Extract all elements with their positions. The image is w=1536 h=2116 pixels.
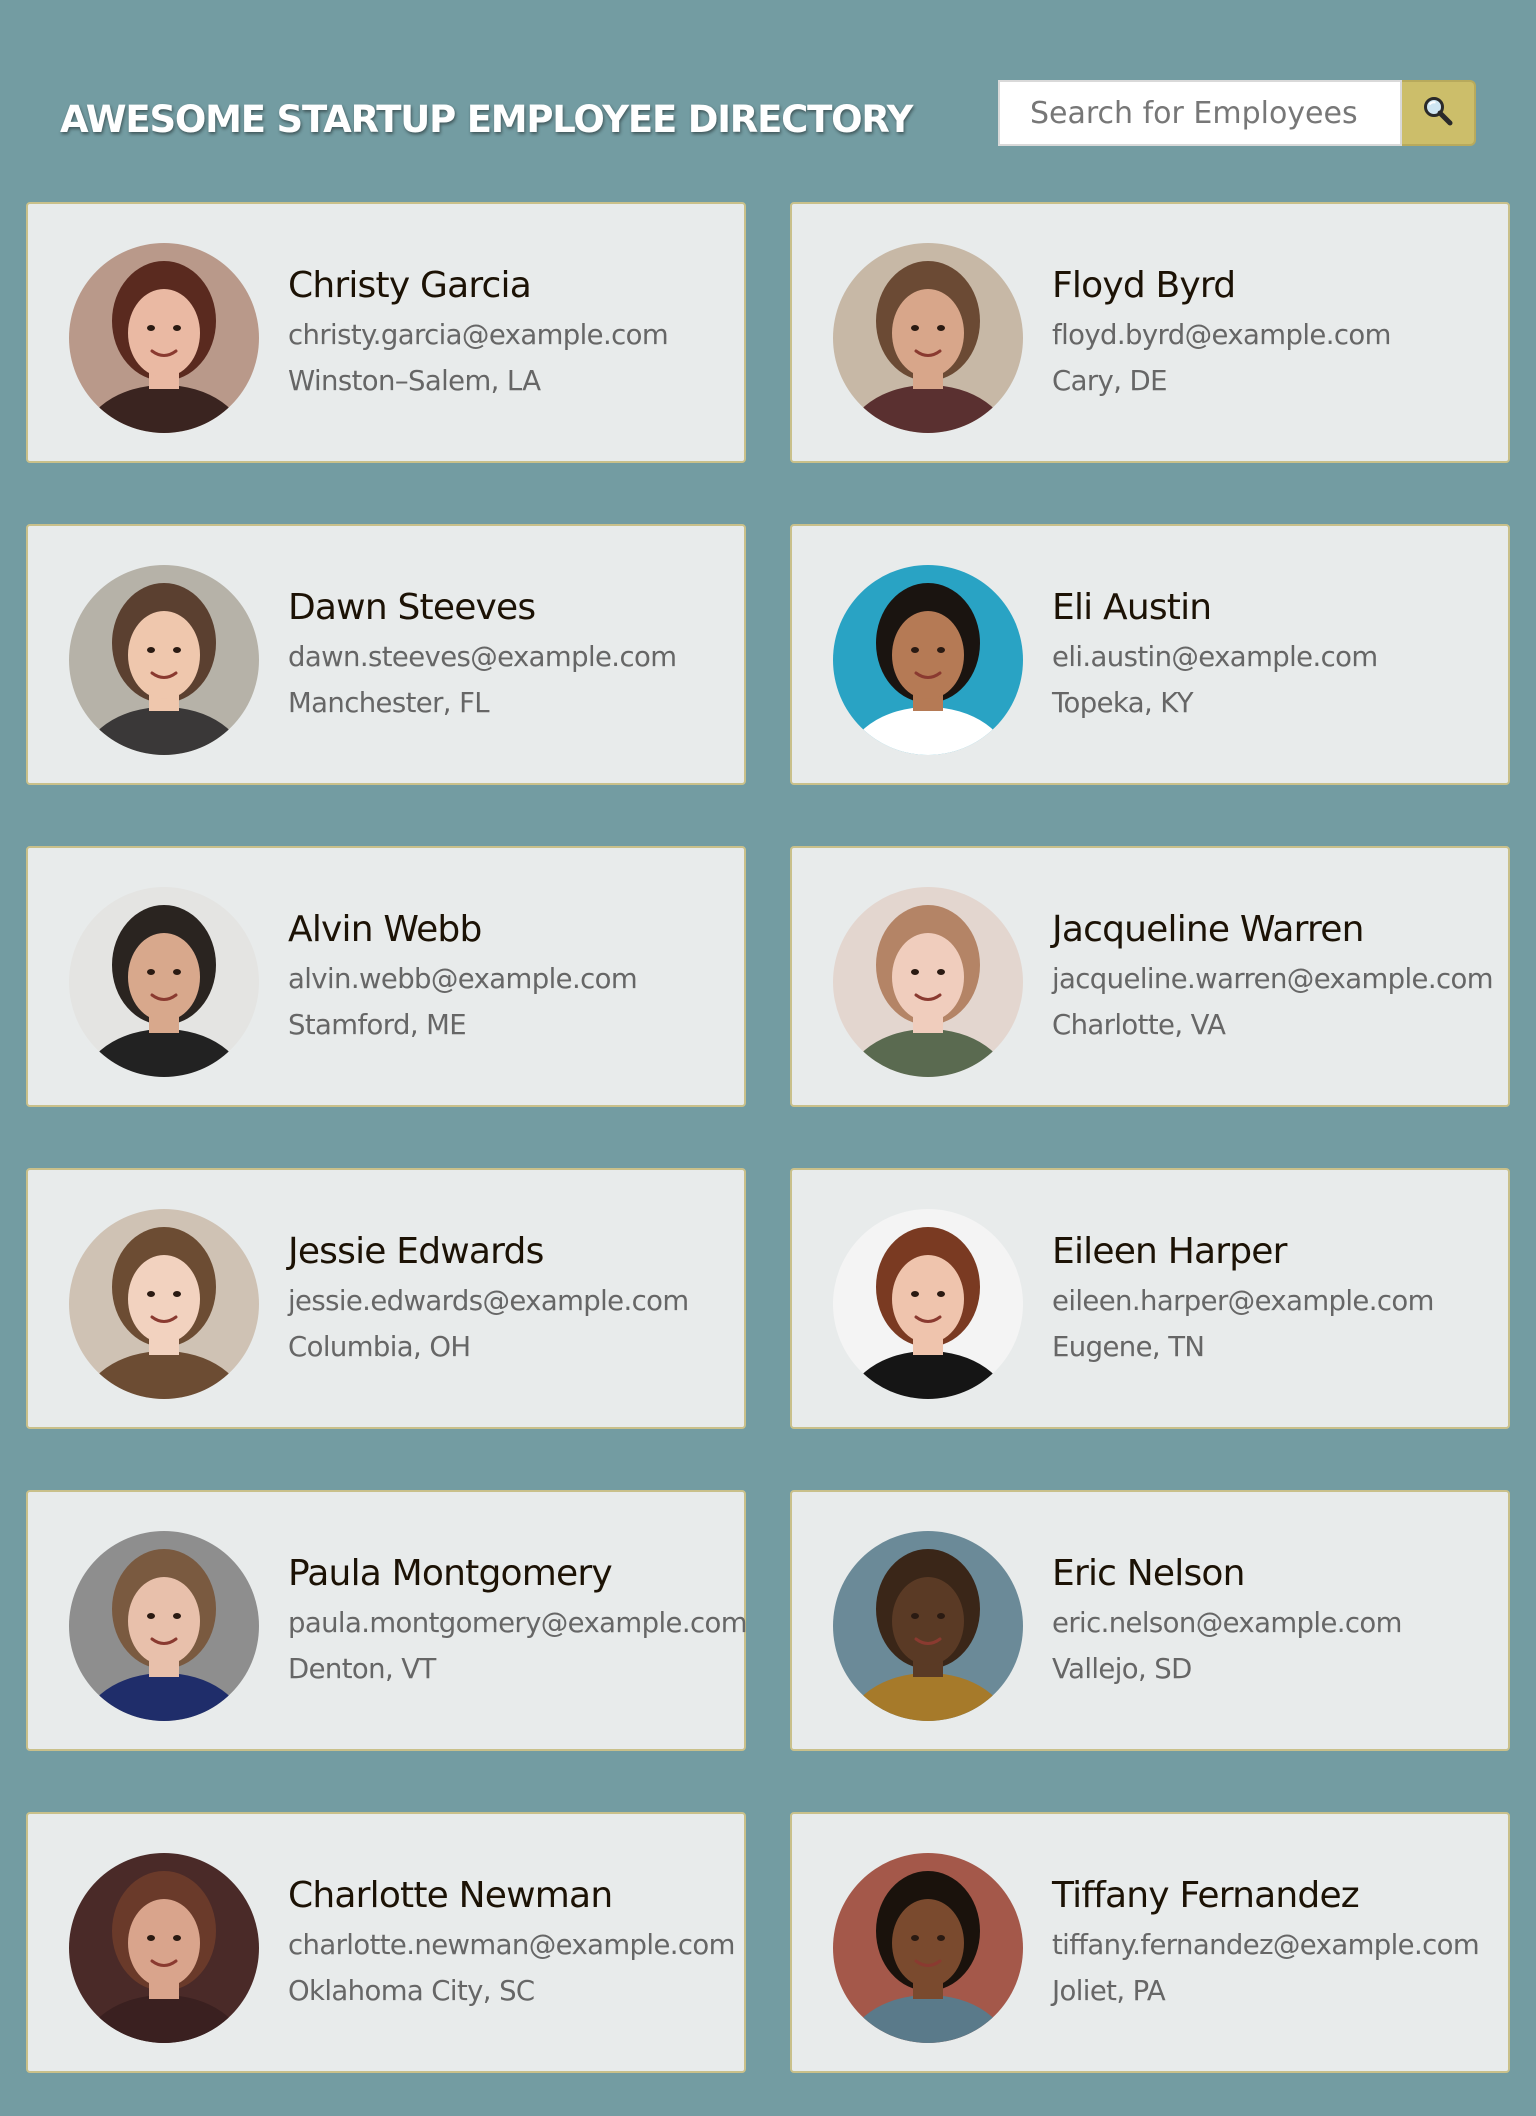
magnifier-icon [1420, 94, 1456, 133]
search-input[interactable] [998, 80, 1402, 146]
employee-email: paula.montgomery@example.com [288, 1607, 748, 1639]
employee-email: jessie.edwards@example.com [288, 1285, 689, 1317]
employee-email: dawn.steeves@example.com [288, 641, 677, 673]
employee-name: Jacqueline Warren [1052, 909, 1364, 950]
employee-grid: Christy Garcia christy.garcia@example.com… [26, 202, 1510, 2073]
employee-card[interactable]: Eli Austin eli.austin@example.com Topeka, … [790, 524, 1510, 785]
avatar [69, 243, 259, 433]
search-button[interactable] [1402, 80, 1476, 146]
employee-info: Tiffany Fernandez tiffany.fernandez@examp… [1052, 1872, 1498, 2012]
employee-info: Paula Montgomery paula.montgomery@example… [288, 1550, 748, 1690]
employee-directory-page: AWESOME STARTUP EMPLOYEE DIRECTORY Chris… [0, 0, 1536, 2116]
employee-name: Dawn Steeves [288, 587, 536, 628]
employee-location: Cary, DE [1052, 365, 1167, 397]
employee-location: Columbia, OH [288, 1331, 471, 1363]
employee-info: Jessie Edwards jessie.edwards@example.com… [288, 1228, 734, 1368]
employee-email: floyd.byrd@example.com [1052, 319, 1391, 351]
employee-card[interactable]: Eric Nelson eric.nelson@example.com Vallej… [790, 1490, 1510, 1751]
search-form [998, 80, 1476, 146]
employee-location: Charlotte, VA [1052, 1009, 1226, 1041]
employee-card[interactable]: Dawn Steeves dawn.steeves@example.com Manc… [26, 524, 746, 785]
employee-email: jacqueline.warren@example.com [1052, 963, 1494, 995]
employee-email: eileen.harper@example.com [1052, 1285, 1434, 1317]
employee-location: Denton, VT [288, 1653, 436, 1685]
employee-info: Jacqueline Warren jacqueline.warren@examp… [1052, 906, 1498, 1046]
employee-info: Charlotte Newman charlotte.newman@example… [288, 1872, 735, 2012]
avatar [69, 1531, 259, 1721]
employee-email: tiffany.fernandez@example.com [1052, 1929, 1480, 1961]
avatar [833, 1531, 1023, 1721]
employee-name: Christy Garcia [288, 265, 532, 306]
page-title: AWESOME STARTUP EMPLOYEE DIRECTORY [60, 98, 913, 141]
employee-card[interactable]: Eileen Harper eileen.harper@example.com Eu… [790, 1168, 1510, 1429]
employee-card[interactable]: Jacqueline Warren jacqueline.warren@examp… [790, 846, 1510, 1107]
employee-card[interactable]: Tiffany Fernandez tiffany.fernandez@examp… [790, 1812, 1510, 2073]
avatar [69, 1209, 259, 1399]
employee-email: christy.garcia@example.com [288, 319, 669, 351]
employee-location: Winston–Salem, LA [288, 365, 541, 397]
employee-location: Topeka, KY [1052, 687, 1194, 719]
avatar [833, 1209, 1023, 1399]
employee-info: Dawn Steeves dawn.steeves@example.com Manc… [288, 584, 734, 724]
employee-location: Vallejo, SD [1052, 1653, 1192, 1685]
avatar [833, 565, 1023, 755]
employee-info: Christy Garcia christy.garcia@example.com… [288, 262, 734, 402]
employee-location: Stamford, ME [288, 1009, 467, 1041]
employee-location: Joliet, PA [1052, 1975, 1166, 2007]
avatar [69, 887, 259, 1077]
employee-name: Floyd Byrd [1052, 265, 1236, 306]
avatar [833, 243, 1023, 433]
employee-name: Eli Austin [1052, 587, 1212, 628]
avatar [833, 887, 1023, 1077]
employee-card[interactable]: Floyd Byrd floyd.byrd@example.com Cary, DE [790, 202, 1510, 463]
avatar [69, 1853, 259, 2043]
employee-email: alvin.webb@example.com [288, 963, 638, 995]
employee-name: Eric Nelson [1052, 1553, 1245, 1594]
employee-email: charlotte.newman@example.com [288, 1929, 735, 1961]
employee-info: Floyd Byrd floyd.byrd@example.com Cary, DE [1052, 262, 1498, 402]
employee-name: Jessie Edwards [288, 1231, 544, 1272]
employee-name: Alvin Webb [288, 909, 482, 950]
employee-location: Eugene, TN [1052, 1331, 1205, 1363]
avatar [69, 565, 259, 755]
employee-name: Tiffany Fernandez [1052, 1875, 1360, 1916]
employee-info: Eli Austin eli.austin@example.com Topeka, … [1052, 584, 1498, 724]
employee-name: Charlotte Newman [288, 1875, 613, 1916]
employee-card[interactable]: Alvin Webb alvin.webb@example.com Stamford… [26, 846, 746, 1107]
employee-info: Alvin Webb alvin.webb@example.com Stamford… [288, 906, 734, 1046]
header: AWESOME STARTUP EMPLOYEE DIRECTORY [0, 0, 1536, 190]
employee-card[interactable]: Paula Montgomery paula.montgomery@example… [26, 1490, 748, 1751]
employee-name: Paula Montgomery [288, 1553, 613, 1594]
employee-location: Manchester, FL [288, 687, 490, 719]
employee-name: Eileen Harper [1052, 1231, 1287, 1272]
employee-email: eric.nelson@example.com [1052, 1607, 1402, 1639]
employee-card[interactable]: Christy Garcia christy.garcia@example.com… [26, 202, 746, 463]
avatar [833, 1853, 1023, 2043]
employee-info: Eric Nelson eric.nelson@example.com Vallej… [1052, 1550, 1498, 1690]
employee-email: eli.austin@example.com [1052, 641, 1378, 673]
employee-card[interactable]: Jessie Edwards jessie.edwards@example.com… [26, 1168, 746, 1429]
employee-card[interactable]: Charlotte Newman charlotte.newman@example… [26, 1812, 746, 2073]
employee-location: Oklahoma City, SC [288, 1975, 535, 2007]
employee-info: Eileen Harper eileen.harper@example.com Eu… [1052, 1228, 1498, 1368]
